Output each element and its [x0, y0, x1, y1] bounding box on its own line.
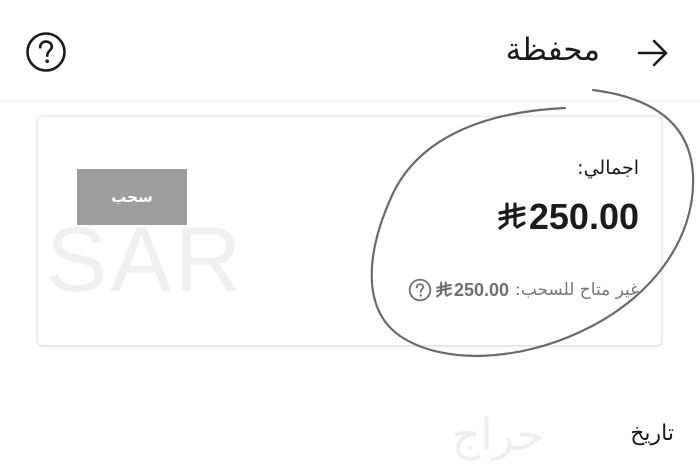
page-title: محفظة: [505, 32, 600, 68]
help-button[interactable]: [25, 31, 67, 73]
withdraw-button[interactable]: سحب: [77, 169, 187, 225]
question-circle-icon: [26, 32, 66, 72]
site-watermark: حراج: [452, 410, 545, 461]
unavailable-balance-row: غير متاح للسحب: 250.00: [408, 277, 639, 303]
unavailable-label: غير متاح للسحب:: [515, 280, 639, 300]
total-amount-value: 250.00: [528, 196, 639, 237]
header-divider: [0, 100, 700, 101]
riyal-symbol-icon: [498, 202, 526, 230]
unavailable-amount: 250.00: [436, 277, 509, 303]
wallet-balance-card: SAR سحب اجمالي: 250.00 غير متاح للسحب: 2…: [38, 117, 661, 345]
riyal-symbol-icon: [436, 281, 452, 298]
back-button[interactable]: [634, 35, 672, 71]
unavailable-info-button[interactable]: [408, 278, 432, 302]
wallet-screen: محفظة SAR سحب اجمالي: 250.00 غير متاح لل…: [0, 0, 700, 468]
total-label: اجمالي:: [577, 157, 639, 179]
arrow-right-icon: [637, 39, 668, 67]
unavailable-amount-value: 250.00: [453, 280, 510, 300]
total-balance: 250.00: [498, 195, 639, 239]
history-section-title: تاريخ: [630, 421, 674, 446]
question-circle-icon: [408, 278, 432, 302]
